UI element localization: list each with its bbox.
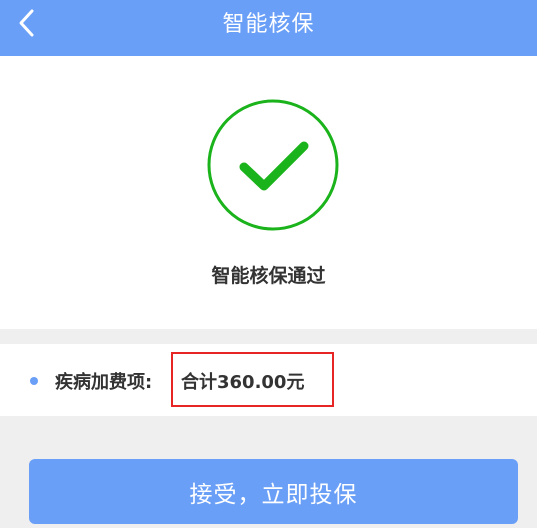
accept-and-insure-button[interactable]: 接受，立即投保 — [29, 459, 518, 524]
underwriting-result-page: 智能核保 智能核保通过 疾病加费项: 合计360.00元 接受，立即投保 — [0, 0, 537, 528]
chevron-left-icon — [19, 9, 34, 37]
fee-label: 疾病加费项: — [55, 372, 153, 393]
check-circle-icon — [207, 99, 339, 231]
result-message: 智能核保通过 — [211, 265, 326, 287]
disease-fee-row: 疾病加费项: 合计360.00元 — [0, 344, 537, 416]
page-title: 智能核保 — [222, 12, 315, 37]
fee-total: 合计360.00元 — [181, 372, 305, 393]
result-card: 智能核保通过 — [0, 56, 537, 329]
top-bar: 智能核保 — [0, 0, 537, 56]
bullet-dot — [30, 377, 38, 385]
back-button[interactable] — [10, 6, 44, 40]
